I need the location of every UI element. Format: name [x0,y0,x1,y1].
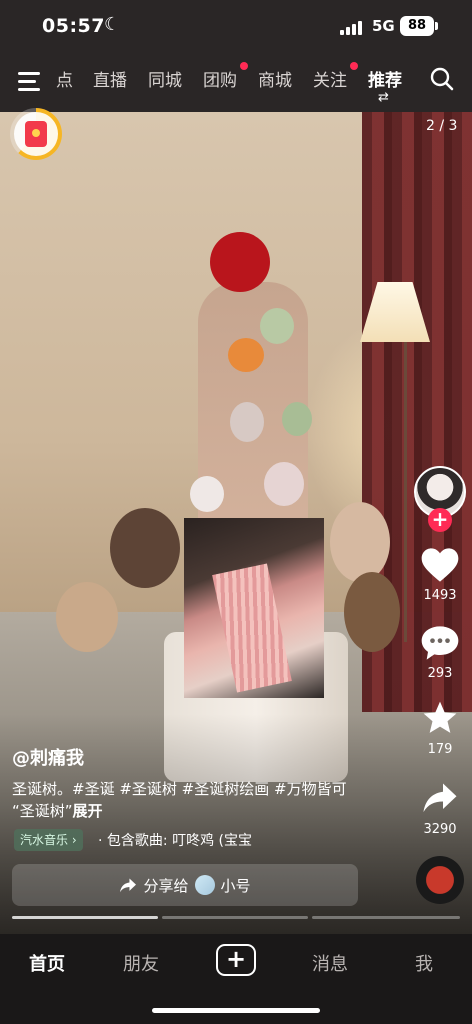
comment-icon [421,626,459,660]
plush-doll [228,338,264,372]
swap-icon: ⇄ [378,90,389,105]
share-arrow-icon [120,878,137,893]
notification-dot [240,62,248,70]
song-info[interactable]: · 包含歌曲: 叮咚鸡 (宝宝 [98,830,252,850]
status-bar: 05:57 ☾ 5G 88 [0,0,472,56]
status-time: 05:57 [42,15,105,37]
comment-button[interactable] [418,624,462,666]
nav-home[interactable]: 首页 [17,950,77,976]
plush-doll [330,502,390,582]
caption-line-2: “圣诞树” [12,802,73,820]
plush-doll [190,476,224,512]
music-disc[interactable] [416,856,464,904]
home-indicator [152,1008,320,1013]
follow-plus-icon[interactable]: + [428,508,452,532]
caption-line-1: 圣诞树。#圣诞 #圣诞树 #圣诞树绘画 #万物皆可 [12,780,347,798]
network-type: 5G [372,17,395,35]
expand-link[interactable]: 展开 [73,802,103,820]
scene-lamp-pole [404,342,407,642]
plush-doll [110,508,180,588]
nav-me[interactable]: 我 [394,950,454,976]
comment-count: 293 [427,666,453,681]
share-label: 分享给 [143,876,189,895]
menu-icon[interactable] [18,71,42,91]
like-count: 1493 [423,588,457,603]
plush-doll [344,572,400,652]
notification-dot [350,62,358,70]
red-packet-icon[interactable] [14,112,58,156]
tab-nearby[interactable]: 同城 [148,66,182,91]
heart-icon [421,548,459,582]
plush-doll [282,402,312,436]
image-page-counter: 2 / 3 [426,118,458,134]
plush-doll [264,462,304,506]
search-icon[interactable] [430,67,454,91]
tab-live[interactable]: 直播 [93,66,127,91]
share-count: 3290 [423,822,457,837]
plush-doll [230,402,264,442]
plush-doll [56,582,118,652]
star-icon [423,701,457,733]
share-icon [423,783,457,812]
progress-segment-3 [312,916,460,919]
progress-segment-2 [162,916,308,919]
moon-icon: ☾ [104,14,121,35]
music-app-chip[interactable]: 汽水音乐 › [14,829,83,851]
nav-friends[interactable]: 朋友 [111,950,171,976]
signal-icon [340,20,362,35]
share-target: 小号 [220,876,251,895]
tab-group-buy[interactable]: 团购 [203,66,237,91]
tab-recommended[interactable]: 推荐 [368,66,402,91]
tab-dian[interactable]: 点 [56,66,73,91]
share-to-bar[interactable]: 分享给 小号 [12,864,358,906]
plus-icon[interactable]: + [216,944,256,976]
bottom-nav: 首页 朋友 + 消息 我 [0,934,472,1024]
favorite-count: 179 [427,742,453,757]
share-button[interactable] [418,780,462,818]
nav-messages[interactable]: 消息 [300,950,360,976]
top-nav: 点 直播 同城 团购 商城 关注 推荐 ⇄ [0,56,472,112]
video-caption[interactable]: 圣诞树。#圣诞 #圣诞树 #圣诞树绘画 #万物皆可 “圣诞树”展开 [12,778,402,822]
plush-doll [260,308,294,344]
favorite-button[interactable] [418,700,462,740]
tab-following[interactable]: 关注 [313,66,347,91]
inset-photo [184,518,324,698]
progress-segment-1 [12,916,158,919]
like-button[interactable] [418,546,462,588]
battery-icon: 88 [400,16,438,36]
tab-mall[interactable]: 商城 [258,66,292,91]
author-name[interactable]: @刺痛我 [12,744,84,770]
plush-doll [210,232,270,292]
contact-avatar [194,875,215,895]
